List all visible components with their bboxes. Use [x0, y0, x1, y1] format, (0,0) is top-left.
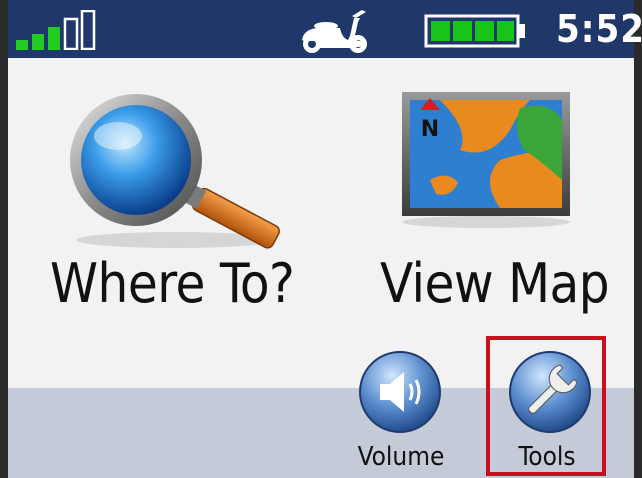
tools-label: Tools — [518, 442, 576, 472]
gps-signal-bars-icon — [16, 10, 96, 50]
where-to-label: Where To? — [50, 252, 295, 315]
map-icon: N — [402, 92, 570, 228]
svg-text:N: N — [421, 117, 439, 142]
speaker-icon — [359, 351, 441, 433]
magnifying-glass-icon — [70, 94, 280, 249]
volume-button[interactable]: Volume — [356, 350, 446, 476]
gps-screen: 5:52 P M — [0, 0, 642, 478]
status-bar: 5:52 P M — [8, 0, 642, 58]
where-to-button[interactable]: Where To? — [36, 78, 306, 328]
clock-time: 5:52 — [556, 7, 642, 51]
battery-full-icon — [424, 14, 525, 48]
clock: 5:52 P M — [556, 6, 642, 52]
volume-label: Volume — [357, 442, 445, 472]
wrench-icon — [509, 351, 591, 433]
view-map-button[interactable]: N View Map — [360, 78, 620, 328]
scooter-icon — [302, 10, 367, 53]
view-map-label: View Map — [380, 252, 610, 315]
tools-button[interactable]: Tools — [502, 350, 592, 476]
